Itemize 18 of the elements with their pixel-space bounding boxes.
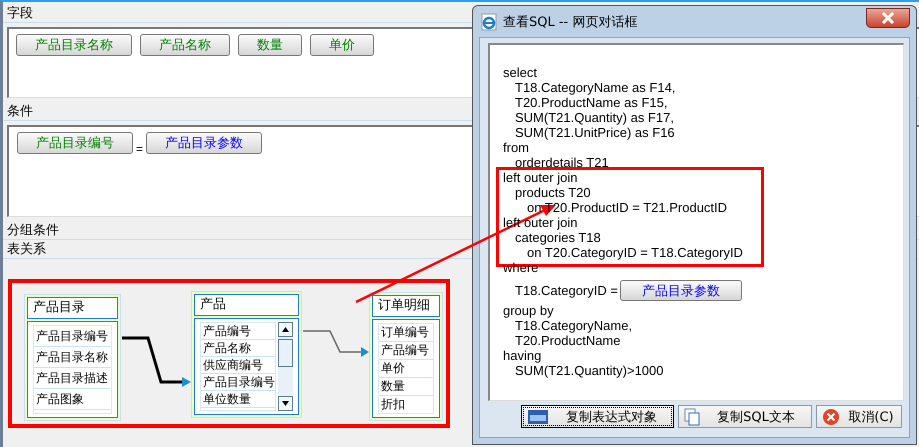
table-title: 产品 — [194, 294, 299, 316]
sql-line: group by — [503, 303, 554, 318]
sql-line: T18.CategoryName, — [515, 318, 632, 333]
sql-line: T18.CategoryName as F14, — [515, 80, 676, 95]
sql-line: having — [503, 348, 542, 363]
sql-line: from — [503, 140, 529, 155]
sql-line: select — [503, 65, 537, 80]
table-title: 产品目录 — [27, 297, 118, 319]
sql-line: on T20.CategoryID = T18.CategoryID — [527, 245, 743, 260]
sql-line: T20.ProductName — [515, 333, 620, 348]
sql-line: T18.CategoryID = — [515, 283, 618, 298]
operator-text: = — [136, 142, 144, 156]
sql-line: SUM(T21.Quantity)>1000 — [515, 363, 664, 378]
sql-line: left outer join — [503, 170, 578, 185]
table-title: 订单明细 — [372, 295, 440, 317]
sql-line: SUM(T21.UnitPrice) as F16 — [515, 125, 675, 140]
sql-line: orderdetails T21 — [515, 155, 609, 170]
sql-line: products T20 — [515, 185, 591, 200]
